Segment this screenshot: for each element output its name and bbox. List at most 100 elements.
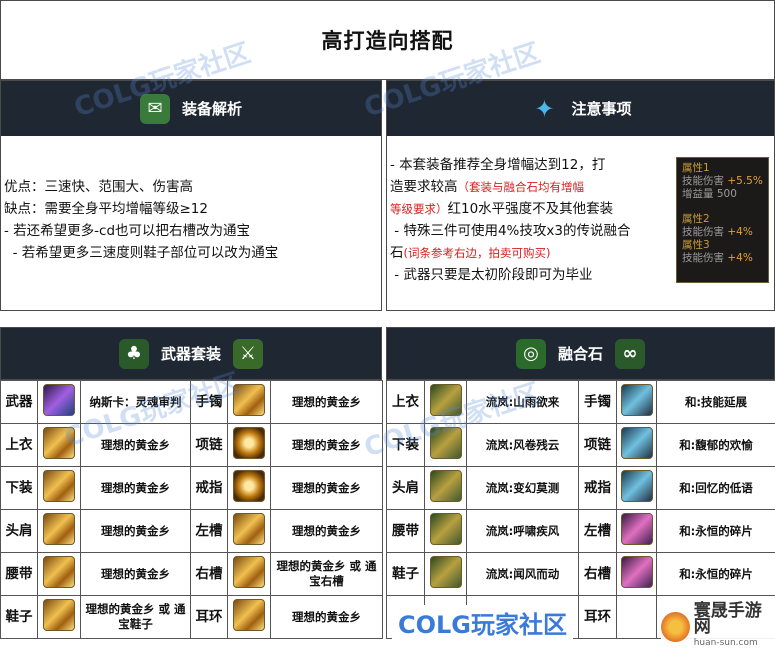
slot-label: 项链 (579, 424, 617, 467)
earring-icon[interactable] (233, 599, 265, 631)
item-name: 和:技能延展 (657, 381, 775, 424)
slot-label: 头肩 (387, 467, 425, 510)
table-row: 武器 纳斯卡：灵魂审判 手镯 理想的黄金乡 (1, 381, 383, 424)
table-row: 腰带 流岚:呼啸疾风 左槽 和:永恒的碎片 (387, 510, 775, 553)
item-name: 理想的黄金乡 (81, 510, 191, 553)
item-name: 理想的黄金乡 或 通宝右槽 (271, 553, 383, 596)
item-name: 理想的黄金乡 (81, 424, 191, 467)
slot-label: 鞋子 (1, 596, 38, 639)
item-name: 流岚:闻风而动 (467, 553, 579, 596)
fusion-stone-icon[interactable] (430, 513, 462, 545)
item-name: 理想的黄金乡 (271, 510, 383, 553)
fusion-stone-icon[interactable] (430, 470, 462, 502)
table-row: 鞋子 流岚:闻风而动 右槽 和:永恒的碎片 (387, 553, 775, 596)
item-name: 理想的黄金乡 (81, 553, 191, 596)
attr1-title: 属性1 (682, 162, 763, 175)
pants-icon[interactable] (43, 470, 75, 502)
left-slot-icon[interactable] (233, 513, 265, 545)
slot-label: 腰带 (1, 553, 38, 596)
fusion-stone-header: ◎ 融合石 ∞ (386, 327, 775, 380)
slot-label: 腰带 (387, 510, 425, 553)
slot-label: 戒指 (191, 467, 228, 510)
table-row: 头肩 理想的黄金乡 左槽 理想的黄金乡 (1, 510, 383, 553)
item-name: 理想的黄金乡 或 通宝鞋子 (81, 596, 191, 639)
fusion-stone-icon[interactable] (621, 427, 653, 459)
belt-icon[interactable] (43, 556, 75, 588)
weapon-set-title: 武器套装 (161, 343, 221, 364)
slot-label: 鞋子 (387, 553, 425, 596)
top-armor-icon[interactable] (43, 427, 75, 459)
weapon-set-header: ♣ 武器套装 ⚔ (0, 327, 382, 380)
site-logo-icon (661, 612, 690, 642)
necklace-icon[interactable] (233, 427, 265, 459)
table-row: 下装 理想的黄金乡 戒指 理想的黄金乡 (1, 467, 383, 510)
table-row: 腰带 理想的黄金乡 右槽 理想的黄金乡 或 通宝右槽 (1, 553, 383, 596)
fusion-stone-icon[interactable] (621, 384, 653, 416)
item-name: 流岚:风卷残云 (467, 424, 579, 467)
slot-label: 右槽 (191, 553, 228, 596)
slot-label: 戒指 (579, 467, 617, 510)
page-title-bar: 高打造向搭配 (0, 0, 775, 80)
shoes-icon[interactable] (43, 599, 75, 631)
item-name: 流岚:山雨欲来 (467, 381, 579, 424)
attr1-line1: 技能伤害 (682, 175, 724, 187)
note-red-1a: （套装与融合石均有增幅 (458, 180, 585, 194)
note-line-1c: 红10水平强度不及其他套装 (448, 201, 614, 217)
attr3-line: 技能伤害 (682, 252, 724, 264)
slot-label: 左槽 (191, 510, 228, 553)
attr2-line: 技能伤害 (682, 226, 724, 238)
slot-label: 上衣 (1, 424, 38, 467)
site-logo-text: 寰晟手游网 (694, 603, 775, 635)
attr1-line2: 增益量 (682, 188, 714, 200)
bracelet-icon[interactable] (233, 384, 265, 416)
attr1-val1: +5.5% (727, 175, 762, 187)
attr3-title: 属性3 (682, 239, 763, 252)
right-slot-icon[interactable] (233, 556, 265, 588)
slot-label: 耳环 (191, 596, 228, 639)
earring-icon: ∞ (615, 339, 645, 369)
ring-icon[interactable] (233, 470, 265, 502)
table-row: 鞋子 理想的黄金乡 或 通宝鞋子 耳环 理想的黄金乡 (1, 596, 383, 639)
sword-icon: ⚔ (233, 339, 263, 369)
weapon-icon[interactable] (43, 384, 75, 416)
note-line-3: - 武器只要是太初阶段即可为毕业 (390, 264, 676, 286)
table-row: 下装 流岚:风卷残云 项链 和:馥郁的欢愉 (387, 424, 775, 467)
note-line-2a: - 特殊三件可使用4%技攻x3的传说融合 (390, 220, 676, 242)
bracelet-icon: ◎ (516, 339, 546, 369)
armor-icon: ♣ (119, 339, 149, 369)
item-name: 和:回忆的低语 (657, 467, 775, 510)
slot-label: 手镯 (579, 381, 617, 424)
fusion-stone-title: 融合石 (558, 343, 603, 364)
fusion-stone-icon[interactable] (430, 384, 462, 416)
slot-label: 耳环 (579, 596, 617, 639)
slot-label: 手镯 (191, 381, 228, 424)
slot-label: 右槽 (579, 553, 617, 596)
fusion-stone-icon[interactable] (621, 556, 653, 588)
attr3-val: +4% (727, 252, 752, 264)
equipment-analysis-header: ✉ 装备解析 (1, 81, 381, 136)
table-row: 上衣 流岚:山雨欲来 手镯 和:技能延展 (387, 381, 775, 424)
slot-label: 项链 (191, 424, 228, 467)
table-row: 头肩 流岚:变幻莫测 戒指 和:回忆的低语 (387, 467, 775, 510)
slot-label: 武器 (1, 381, 38, 424)
fusion-stone-icon[interactable] (621, 513, 653, 545)
tip-line-2: - 若希望更多三速度则鞋子部位可以改为通宝 (4, 242, 380, 264)
note-red-1b: 等级要求） (390, 202, 448, 216)
notes-title: 注意事项 (571, 98, 631, 119)
site-logo-url: huan-sun.com (694, 635, 775, 651)
item-name: 理想的黄金乡 (271, 381, 383, 424)
attribute-tooltip: 属性1 技能伤害 +5.5% 增益量 500 属性2 技能伤害 +4% 属性3 … (676, 157, 769, 283)
page-title: 高打造向搭配 (322, 25, 454, 55)
tip-line-1: - 若还希望更多-cd也可以把右槽改为通宝 (4, 220, 380, 242)
fusion-stone-icon[interactable] (430, 556, 462, 588)
fusion-stone-icon[interactable] (430, 427, 462, 459)
shoulder-icon[interactable] (43, 513, 75, 545)
item-name: 和:馥郁的欢愉 (657, 424, 775, 467)
item-name: 纳斯卡：灵魂审判 (81, 381, 191, 424)
note-red-2: (词条参考右边，拍卖可购买) (404, 246, 551, 260)
fusion-stone-icon[interactable] (621, 470, 653, 502)
note-line-1b: 造要求较高 (390, 179, 458, 195)
item-name: 和:永恒的碎片 (657, 553, 775, 596)
note-line-1a: - 本套装备推荐全身增幅达到12，打 (390, 154, 676, 176)
notes-header: ✦ 注意事项 (387, 81, 774, 136)
